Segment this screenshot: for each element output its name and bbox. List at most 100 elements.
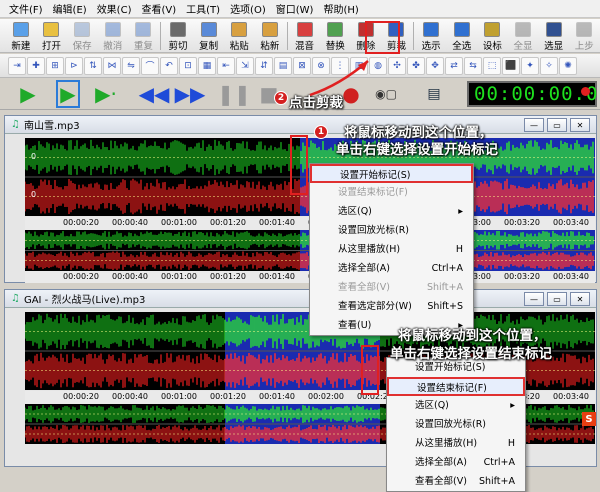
effect-icon-2[interactable]: ⊞ [46, 56, 64, 75]
effect-icon-11[interactable]: ⇤ [217, 56, 235, 75]
toolbar-label: 打开 [41, 41, 61, 52]
effect-icon-24[interactable]: ⇆ [464, 56, 482, 75]
ruler-tick-label: 00:00:40 [112, 218, 148, 227]
toolbar-button-7[interactable]: 粘贴 [224, 21, 254, 52]
ruler-tick-label: 00:01:40 [259, 392, 295, 401]
toolbar-button-9[interactable]: 混音 [290, 21, 320, 52]
window-view-icon[interactable]: ▤ [420, 82, 448, 106]
ruler-tick-label: 00:01:00 [161, 218, 197, 227]
effect-icon-9[interactable]: ⊡ [179, 56, 197, 75]
menu-item-label: 设置回放光标(R) [415, 419, 487, 430]
menu-shortcut: Shift+A [426, 282, 463, 293]
arrow-to-crop-icon [309, 60, 369, 97]
minimize-icon[interactable]: — [524, 292, 544, 306]
ruler-tick-label: 00:01:00 [161, 392, 197, 401]
effect-icon-23[interactable]: ⇄ [445, 56, 463, 75]
menu-item-7[interactable]: 帮助(H) [318, 1, 363, 16]
toolbar-button-3[interactable]: 撤消 [98, 21, 128, 52]
ctx1-item-2[interactable]: 选区(Q) ▸ [310, 202, 473, 221]
ctx1-item-7[interactable]: 查看选定部分(W) Shift+S [310, 297, 473, 316]
effect-icon-29[interactable]: ✺ [559, 56, 577, 75]
effect-icon-5[interactable]: ⋈ [103, 56, 121, 75]
toolbar-button-17[interactable]: 选显 [539, 21, 569, 52]
effect-icon-10[interactable]: ▦ [198, 56, 216, 75]
toolbar-button-8[interactable]: 粘新 [255, 21, 285, 52]
toolbar-button-6[interactable]: 复制 [194, 21, 224, 52]
effect-icon-1[interactable]: ✚ [27, 56, 45, 75]
ctx2-item-2[interactable]: 选区(Q) ▸ [387, 396, 525, 415]
rewind-icon[interactable]: ◀◀ [139, 82, 170, 106]
effect-icon-12[interactable]: ⇲ [236, 56, 254, 75]
toolbar-button-0[interactable]: 新建 [6, 21, 36, 52]
toolbar-icon-9 [296, 22, 313, 37]
effect-icon-6[interactable]: ⇋ [122, 56, 140, 75]
toolbar-button-15[interactable]: 设标 [478, 21, 508, 52]
toolbar-button-14[interactable]: 全选 [447, 21, 477, 52]
ctx2-item-1[interactable]: 设置结束标记(F) [387, 377, 525, 396]
toolbar-label: 选示 [421, 41, 441, 52]
effect-icon-22[interactable]: ✥ [426, 56, 444, 75]
ctx1-item-1[interactable]: 设置结束标记(F) [310, 183, 473, 202]
play-icon[interactable]: ▶ [14, 82, 42, 106]
effect-icon-21[interactable]: ✤ [407, 56, 425, 75]
toolbar-button-2[interactable]: 保存 [67, 21, 97, 52]
ctx1-item-4[interactable]: 从这里播放(H) H [310, 240, 473, 259]
effect-icon-7[interactable]: ⌒ [141, 56, 159, 75]
menu-item-6[interactable]: 窗口(W) [271, 1, 319, 16]
ctx1-item-0[interactable]: 设置开始标记(S) [310, 164, 473, 183]
minimize-icon[interactable]: — [524, 118, 544, 132]
menu-item-1[interactable]: 编辑(E) [48, 1, 92, 16]
ctx2-item-3[interactable]: 设置回放光标(R) [387, 415, 525, 434]
ruler-tick-label: 00:01:20 [210, 272, 246, 281]
effect-icon-14[interactable]: ▤ [274, 56, 292, 75]
effect-icon-26[interactable]: ⬛ [502, 56, 520, 75]
window-title-bar[interactable]: ♫ GAI - 烈火战马(Live).mp3 — ▭ ✕ [5, 290, 596, 308]
ctx2-item-4[interactable]: 从这里播放(H) H [387, 434, 525, 453]
toolbar-button-16[interactable]: 全显 [508, 21, 538, 52]
toolbar-button-18[interactable]: 上步 [569, 21, 599, 52]
toolbar-button-10[interactable]: 替换 [320, 21, 350, 52]
ctx1-item-6[interactable]: 查看全部(V) Shift+A [310, 278, 473, 297]
ruler-tick-label: 00:01:00 [161, 272, 197, 281]
restore-icon[interactable]: ▭ [547, 292, 567, 306]
menu-shortcut: ▸ [458, 206, 463, 217]
restore-icon[interactable]: ▭ [547, 118, 567, 132]
effect-icon-25[interactable]: ⬚ [483, 56, 501, 75]
toolbar-button-1[interactable]: 打开 [37, 21, 67, 52]
menu-item-label: 查看(U) [338, 320, 372, 331]
toolbar-button-5[interactable]: 剪切 [163, 21, 193, 52]
ctx1-item-3[interactable]: 设置回放光标(R) [310, 221, 473, 240]
effect-icon-3[interactable]: ⊳ [65, 56, 83, 75]
pause-icon[interactable]: ❚❚ [217, 82, 251, 106]
toolbar-icon-0 [12, 22, 29, 37]
toolbar-icon-8 [261, 22, 278, 37]
play-loop-icon[interactable]: ▶ [54, 80, 82, 108]
effect-icon-28[interactable]: ✧ [540, 56, 558, 75]
close-icon[interactable]: ✕ [570, 118, 590, 132]
ctx2-item-5[interactable]: 选择全部(A) Ctrl+A [387, 453, 525, 472]
fast-forward-icon[interactable]: ▶▶ [175, 82, 206, 106]
effect-icon-13[interactable]: ⇵ [255, 56, 273, 75]
menu-item-3[interactable]: 查看(V) [136, 1, 181, 16]
close-icon[interactable]: ✕ [570, 292, 590, 306]
ruler-tick-label: 00:00:20 [63, 218, 99, 227]
toolbar-icon-3 [104, 22, 121, 37]
ruler-tick-label: 00:03:40 [553, 218, 589, 227]
effect-icon-27[interactable]: ✦ [521, 56, 539, 75]
menu-item-2[interactable]: 效果(C) [92, 1, 137, 16]
menu-item-0[interactable]: 文件(F) [4, 1, 48, 16]
ctx2-item-6[interactable]: 查看全部(V) Shift+A [387, 472, 525, 491]
play-to-end-icon[interactable]: ▶· [92, 82, 120, 106]
effect-icon-0[interactable]: ⇥ [8, 56, 26, 75]
toolbar-button-4[interactable]: 重复 [129, 21, 159, 52]
effect-icon-8[interactable]: ↶ [160, 56, 178, 75]
ruler-tick-label: 00:00:20 [63, 272, 99, 281]
effect-icon-20[interactable]: ✣ [388, 56, 406, 75]
toolbar-icon-6 [200, 22, 217, 37]
toolbar-button-13[interactable]: 选示 [416, 21, 446, 52]
effect-icon-4[interactable]: ⇅ [84, 56, 102, 75]
window-title-bar[interactable]: ♫ 南山雪.mp3 — ▭ ✕ [5, 116, 596, 134]
ctx1-item-5[interactable]: 选择全部(A) Ctrl+A [310, 259, 473, 278]
menu-item-4[interactable]: 工具(T) [181, 1, 225, 16]
menu-item-5[interactable]: 选项(O) [225, 1, 271, 16]
